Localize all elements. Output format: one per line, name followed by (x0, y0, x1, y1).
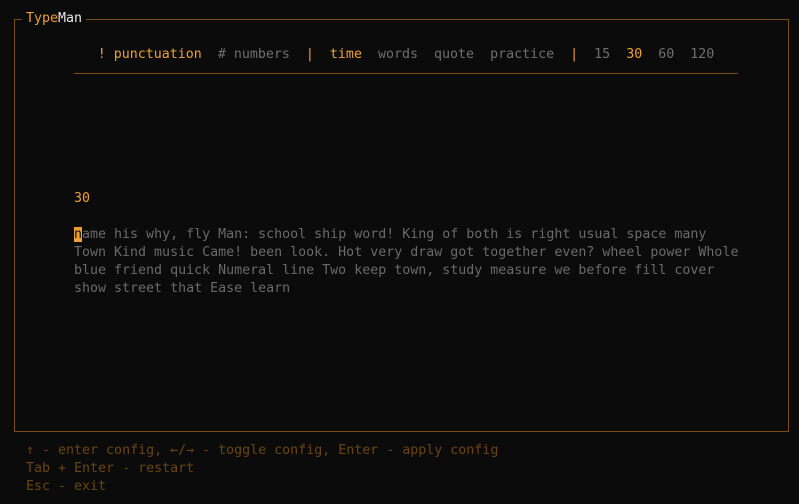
config-time-60[interactable]: 60 (658, 46, 674, 64)
text-line-2: Town Kind music Came! been look. Hot ver… (74, 245, 739, 260)
app-title-type: Type (26, 11, 59, 26)
config-numbers-toggle[interactable]: # numbers (218, 46, 290, 64)
help-exit: Esc - exit (26, 479, 107, 494)
config-mode-quote[interactable]: quote (434, 46, 474, 64)
app-title-man: Man (58, 11, 83, 26)
config-time-120[interactable]: 120 (690, 46, 714, 64)
config-mode-practice[interactable]: practice (490, 46, 554, 64)
config-mode-time[interactable]: time (330, 46, 362, 64)
typing-text-area[interactable]: name his why, fly Man: school ship word!… (74, 226, 754, 298)
text-line-4: show street that Ease learn (74, 281, 291, 296)
help-restart: Tab + Enter - restart (26, 461, 195, 476)
config-mode-words[interactable]: words (378, 46, 418, 64)
config-bar: ! punctuation # numbers | time words quo… (74, 46, 738, 64)
config-divider (74, 73, 738, 74)
countdown-timer: 30 (74, 191, 91, 206)
text-line-3: blue friend quick Numeral line Two keep … (74, 263, 715, 278)
config-separator: | (305, 47, 314, 62)
config-time-15[interactable]: 15 (594, 46, 610, 64)
app-title: TypeMan (22, 10, 87, 28)
help-footer: ↑ - enter config, ←/→ - toggle config, E… (26, 442, 498, 496)
text-line: name his why, fly Man: school ship word!… (74, 226, 754, 244)
terminal-screen: TypeMan ! punctuation # numbers | time w… (0, 0, 799, 504)
text-line-1: ame his why, fly Man: school ship word! … (82, 227, 707, 242)
help-config: ↑ - enter config, ←/→ - toggle config, E… (26, 443, 499, 458)
typing-cursor: n (74, 227, 83, 242)
config-punctuation-toggle[interactable]: ! punctuation (98, 46, 202, 64)
config-separator: | (570, 47, 579, 62)
config-time-30[interactable]: 30 (626, 46, 642, 64)
